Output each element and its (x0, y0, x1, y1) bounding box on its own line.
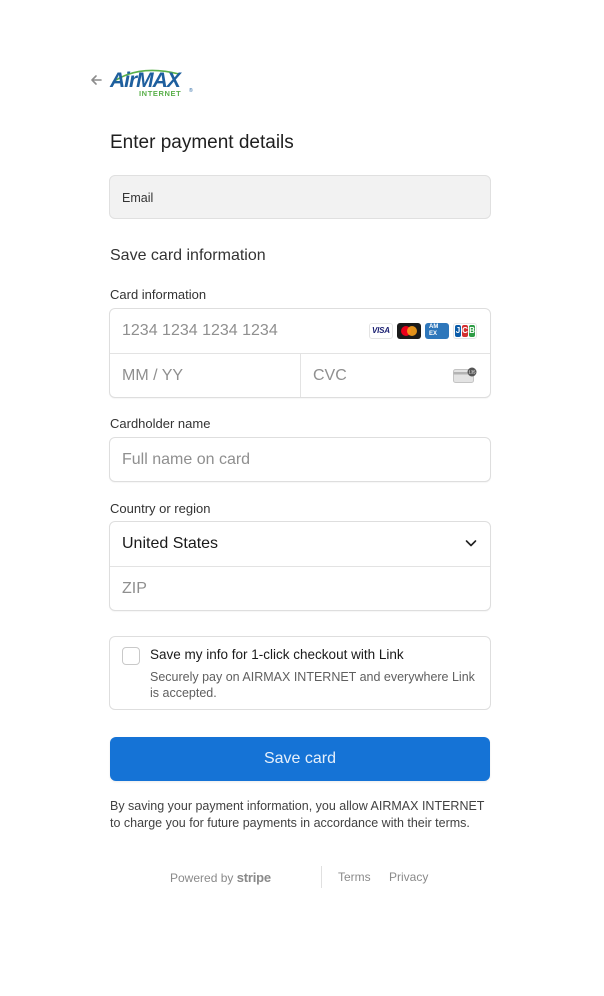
zip-field[interactable]: ZIP (110, 566, 490, 610)
arrow-left-icon[interactable] (88, 72, 106, 90)
country-label: Country or region (110, 501, 211, 516)
card-expiry-cvc-row: MM / YY CVC 135 (110, 353, 490, 397)
expiry-field[interactable]: MM / YY (110, 354, 300, 398)
amex-icon: AM EX (425, 323, 449, 339)
airmax-logo: AirMAX INTERNET ® (109, 62, 201, 100)
section-title: Save card information (110, 247, 266, 264)
card-number-field[interactable]: 1234 1234 1234 1234 VISA AM EX JCB (110, 309, 490, 353)
email-field[interactable]: Email (109, 175, 491, 219)
svg-text:INTERNET: INTERNET (139, 89, 181, 98)
cvc-field[interactable]: CVC 135 (301, 354, 490, 398)
svg-text:135: 135 (469, 370, 477, 375)
country-select[interactable]: United States (110, 522, 490, 566)
cardholder-placeholder: Full name on card (122, 451, 251, 468)
footer-divider (321, 866, 322, 888)
zip-placeholder: ZIP (122, 580, 147, 597)
link-save-option: Save my info for 1-click checkout with L… (109, 636, 491, 710)
country-value: United States (122, 535, 219, 552)
footer: Powered by stripe Terms Privacy (0, 866, 604, 888)
expiry-placeholder: MM / YY (122, 367, 184, 384)
page-title: Enter payment details (110, 132, 294, 153)
header: AirMAX INTERNET ® (88, 62, 508, 100)
card-info-label: Card information (110, 287, 207, 302)
link-option-description: Securely pay on AIRMAX INTERNET and ever… (150, 670, 475, 700)
stripe-logo: stripe (236, 870, 271, 885)
chevron-down-icon (464, 536, 478, 550)
cardholder-field[interactable]: Full name on card (109, 437, 491, 482)
jcb-icon: JCB (453, 323, 477, 339)
powered-by-label: Powered by (170, 871, 234, 885)
email-label: Email (122, 191, 154, 205)
link-option-title: Save my info for 1-click checkout with L… (150, 647, 404, 662)
visa-icon: VISA (369, 323, 393, 339)
privacy-link[interactable]: Privacy (389, 870, 428, 884)
cvc-placeholder: CVC (313, 367, 347, 384)
cardholder-label: Cardholder name (110, 416, 211, 431)
mastercard-icon (397, 323, 421, 339)
card-number-placeholder: 1234 1234 1234 1234 (122, 322, 278, 339)
legal-text: By saving your payment information, you … (110, 799, 485, 830)
card-cvc-icon: 135 (453, 367, 477, 383)
save-card-button[interactable]: Save card (110, 737, 490, 781)
terms-link[interactable]: Terms (338, 870, 371, 884)
country-group: United States ZIP (109, 521, 491, 611)
card-brands: VISA AM EX JCB (369, 323, 477, 339)
card-info-group: 1234 1234 1234 1234 VISA AM EX JCB MM / Y… (109, 308, 491, 398)
link-checkbox[interactable] (122, 647, 140, 665)
svg-text:®: ® (189, 87, 193, 94)
powered-by: Powered by stripe (170, 870, 271, 885)
